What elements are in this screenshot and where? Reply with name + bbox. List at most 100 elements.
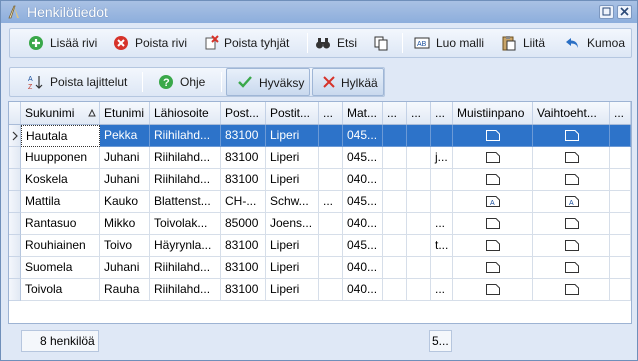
table-cell[interactable]: Toivola [21, 279, 100, 301]
table-row[interactable]: Rouhiainen Toivo Häyrynla... 83100 Liperi 045… [9, 235, 631, 257]
table-cell[interactable] [610, 169, 631, 191]
table-cell[interactable] [407, 169, 431, 191]
table-cell[interactable]: 85000 [221, 213, 266, 235]
table-cell[interactable]: Liperi [266, 257, 319, 279]
table-cell[interactable] [319, 279, 343, 301]
col-header-13[interactable]: ... [610, 102, 631, 124]
table-cell[interactable]: Riihilahd... [150, 125, 221, 147]
table-cell[interactable] [383, 191, 407, 213]
table-cell[interactable]: t... [431, 235, 453, 257]
table-cell[interactable]: Liperi [266, 279, 319, 301]
table-cell[interactable]: 83100 [221, 169, 266, 191]
col-header-vaihtoehdot[interactable]: Vaihtoeht... [533, 102, 610, 124]
table-row[interactable]: Koskela Juhani Riihilahd... 83100 Liperi 040.… [9, 169, 631, 191]
row-indicator[interactable] [9, 213, 21, 235]
table-cell[interactable]: 83100 [221, 125, 266, 147]
table-cell[interactable]: 83100 [221, 279, 266, 301]
table-cell[interactable]: 83100 [221, 147, 266, 169]
table-cell[interactable]: Riihilahd... [150, 257, 221, 279]
table-cell[interactable]: j... [431, 147, 453, 169]
add-row-button[interactable]: Lisää rivi [28, 29, 112, 57]
table-cell[interactable]: 83100 [221, 235, 266, 257]
table-cell[interactable]: Rauha [100, 279, 150, 301]
table-cell[interactable]: ... [319, 191, 343, 213]
table-cell[interactable]: Liperi [266, 169, 319, 191]
table-cell[interactable]: Juhani [100, 257, 150, 279]
table-cell[interactable] [383, 169, 407, 191]
table-cell[interactable] [431, 191, 453, 213]
table-row[interactable]: Hautala Pekka Riihilahd... 83100 Liperi 045..… [9, 125, 631, 147]
col-header-10[interactable]: ... [431, 102, 453, 124]
row-indicator[interactable] [9, 147, 21, 169]
table-cell[interactable] [319, 147, 343, 169]
table-cell[interactable] [610, 147, 631, 169]
table-cell[interactable] [319, 235, 343, 257]
delete-row-button[interactable]: Poista rivi [113, 29, 197, 57]
row-indicator[interactable] [9, 125, 21, 147]
table-row[interactable]: Toivola Rauha Riihilahd... 83100 Liperi 040..… [9, 279, 631, 301]
table-cell[interactable] [610, 213, 631, 235]
row-indicator[interactable] [9, 257, 21, 279]
table-cell[interactable] [453, 235, 533, 257]
table-cell[interactable]: Juhani [100, 169, 150, 191]
table-cell[interactable] [453, 213, 533, 235]
table-cell[interactable] [533, 235, 610, 257]
table-row[interactable]: Rantasuo Mikko Toivolak... 85000 Joens... 040… [9, 213, 631, 235]
table-cell[interactable] [383, 125, 407, 147]
table-cell[interactable]: Rouhiainen [21, 235, 100, 257]
table-cell[interactable]: Toivo [100, 235, 150, 257]
reject-button[interactable]: Hylkää [312, 68, 384, 96]
close-button[interactable] [617, 5, 632, 19]
table-cell[interactable]: 045... [343, 235, 383, 257]
table-cell[interactable] [383, 235, 407, 257]
table-cell[interactable] [319, 125, 343, 147]
table-cell[interactable]: Kauko [100, 191, 150, 213]
col-header-etunimi[interactable]: Etunimi [100, 102, 150, 124]
table-cell[interactable]: 040... [343, 257, 383, 279]
col-header-8[interactable]: ... [383, 102, 407, 124]
table-cell[interactable] [407, 279, 431, 301]
row-indicator[interactable] [9, 169, 21, 191]
table-cell[interactable]: Riihilahd... [150, 279, 221, 301]
table-cell[interactable]: Häyrynla... [150, 235, 221, 257]
col-header-6[interactable]: ... [319, 102, 343, 124]
table-cell[interactable] [407, 213, 431, 235]
delete-empty-button[interactable]: Poista tyhjät [204, 29, 302, 57]
table-cell[interactable]: A [453, 191, 533, 213]
table-cell[interactable] [610, 257, 631, 279]
col-header-muistiinpano[interactable]: Muistiinpano [453, 102, 533, 124]
table-cell[interactable]: ... [431, 279, 453, 301]
table-cell[interactable]: Riihilahd... [150, 147, 221, 169]
remove-sort-button[interactable]: AZ Poista lajittelut [28, 68, 138, 96]
table-cell[interactable]: 045... [343, 191, 383, 213]
table-cell[interactable] [453, 279, 533, 301]
table-cell[interactable]: Schw... [266, 191, 319, 213]
table-cell[interactable] [383, 147, 407, 169]
table-cell[interactable] [533, 279, 610, 301]
table-cell[interactable]: 040... [343, 213, 383, 235]
table-row[interactable]: Mattila Kauko Blattenst... CH-... Schw......… [9, 191, 631, 213]
table-cell[interactable] [533, 257, 610, 279]
col-header-sukunimi[interactable]: Sukunimi [21, 102, 100, 124]
table-cell[interactable] [610, 125, 631, 147]
help-button[interactable]: ? Ohje [158, 68, 218, 96]
table-cell[interactable]: Koskela [21, 169, 100, 191]
table-cell[interactable] [319, 257, 343, 279]
table-cell[interactable] [610, 279, 631, 301]
table-cell[interactable]: 83100 [221, 257, 266, 279]
table-row[interactable]: Huupponen Juhani Riihilahd... 83100 Liperi 04… [9, 147, 631, 169]
row-indicator[interactable] [9, 279, 21, 301]
table-cell[interactable]: Liperi [266, 147, 319, 169]
col-header-postinumero[interactable]: Post... [221, 102, 266, 124]
table-cell[interactable] [610, 191, 631, 213]
table-cell[interactable] [453, 147, 533, 169]
paste-button[interactable]: Liitä [501, 29, 551, 57]
table-cell[interactable] [431, 257, 453, 279]
table-cell[interactable]: Riihilahd... [150, 169, 221, 191]
table-cell[interactable] [407, 257, 431, 279]
table-cell[interactable]: Joens... [266, 213, 319, 235]
table-cell[interactable] [407, 147, 431, 169]
table-cell[interactable]: Rantasuo [21, 213, 100, 235]
table-cell[interactable] [407, 125, 431, 147]
restore-button[interactable] [599, 5, 614, 19]
